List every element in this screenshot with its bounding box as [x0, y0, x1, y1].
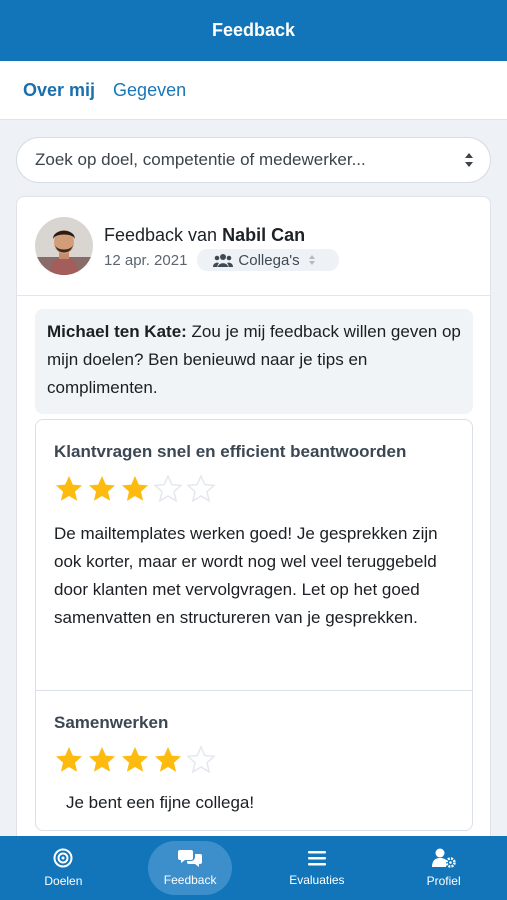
- audience-label: Collega's: [238, 251, 300, 269]
- nav-label: Evaluaties: [289, 873, 345, 887]
- feedback-item-text: Je bent een fijne collega!: [66, 793, 255, 812]
- sort-icon: [465, 153, 473, 167]
- nav-label: Doelen: [44, 874, 83, 888]
- star-filled-icon: [89, 476, 115, 501]
- star-empty-icon: [186, 474, 216, 503]
- feedback-item-title: Klantvragen snel en efficient beantwoord…: [54, 442, 407, 461]
- feedback-card: Feedback van Nabil Can 12 apr. 2021 Coll…: [16, 196, 491, 856]
- feedback-card-header: Feedback van Nabil Can 12 apr. 2021 Coll…: [17, 197, 490, 296]
- nav-label: Profiel: [426, 874, 461, 888]
- nav-doelen[interactable]: Doelen: [0, 836, 127, 900]
- avatar: [35, 217, 93, 275]
- nav-profiel[interactable]: Profiel: [380, 836, 507, 900]
- star-rating: [54, 745, 454, 775]
- feedback-from: Feedback van Nabil Can: [104, 225, 305, 246]
- search-select[interactable]: Zoek op doel, competentie of medewerker.…: [16, 137, 491, 183]
- feedback-meta: 12 apr. 2021 Collega's: [104, 249, 339, 271]
- from-name: Nabil Can: [222, 225, 306, 245]
- star-empty-icon: [186, 745, 216, 774]
- star-filled-icon: [56, 747, 82, 772]
- tab-gegeven[interactable]: Gegeven: [113, 80, 186, 101]
- sort-icon: [308, 255, 315, 265]
- feedback-date: 12 apr. 2021: [104, 251, 188, 269]
- nav-feedback[interactable]: Feedback: [127, 836, 254, 900]
- target-icon: [53, 848, 73, 868]
- star-rating: [54, 474, 454, 504]
- users-icon: [213, 254, 234, 267]
- star-empty-icon: [153, 474, 183, 503]
- page-title: Feedback: [211, 20, 296, 40]
- feedback-request: Michael ten Kate: Zou je mij feedback wi…: [35, 309, 473, 414]
- nav-label: Feedback: [163, 873, 217, 887]
- star-filled-icon: [155, 747, 181, 772]
- search-placeholder: Zoek op doel, competentie of medewerker.…: [35, 150, 366, 169]
- bottom-nav: Doelen Feedback Evaluaties Profiel: [0, 836, 507, 900]
- feedback-item-title: Samenwerken: [54, 713, 169, 732]
- feedback-item: Samenwerken Je bent een fijne collega!: [36, 690, 472, 830]
- audience-select[interactable]: Collega's: [197, 249, 339, 271]
- tab-over-mij[interactable]: Over mij: [23, 80, 95, 101]
- request-author: Michael ten Kate:: [47, 322, 187, 341]
- star-filled-icon: [56, 476, 82, 501]
- tab-bar: Over mij Gegeven: [0, 61, 507, 120]
- app-header: Feedback: [0, 0, 507, 61]
- nav-evaluaties[interactable]: Evaluaties: [254, 836, 381, 900]
- chat-bubbles-icon: [178, 850, 203, 867]
- feedback-items: Klantvragen snel en efficient beantwoord…: [35, 419, 473, 831]
- list-icon: [307, 851, 326, 866]
- star-filled-icon: [122, 476, 148, 501]
- feedback-item-text: De mailtemplates werken goed! Je gesprek…: [54, 524, 438, 627]
- from-prefix: Feedback van: [104, 225, 218, 245]
- star-filled-icon: [89, 747, 115, 772]
- feedback-item: Klantvragen snel en efficient beantwoord…: [36, 420, 472, 690]
- star-filled-icon: [122, 747, 148, 772]
- user-gear-icon: [431, 848, 456, 868]
